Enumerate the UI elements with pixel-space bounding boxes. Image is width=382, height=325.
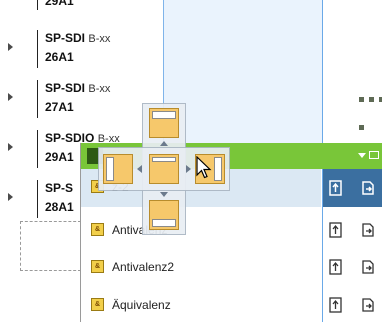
tree-partial-code: 29A1 — [45, 0, 74, 8]
document-link-icon[interactable] — [360, 222, 376, 238]
expand-arrow-icon[interactable] — [8, 93, 13, 101]
tree-item-code: 27A1 — [45, 100, 74, 114]
arrow-up-icon — [160, 141, 168, 146]
and-gate-icon: & — [91, 298, 104, 311]
list-item[interactable]: & Antivalenz2 — [81, 249, 321, 287]
document-up-icon[interactable] — [328, 222, 344, 238]
and-gate-icon: & — [91, 260, 104, 273]
expand-arrow-icon[interactable] — [8, 43, 13, 51]
list-item[interactable]: & Äquivalenz — [81, 287, 321, 325]
tree-item-name: SP-SDI — [45, 81, 86, 95]
dock-top-button[interactable] — [149, 108, 179, 138]
tree-item-suffix: B-xx — [88, 83, 111, 95]
tree-item-suffix: B-xx — [88, 33, 111, 45]
tree-item[interactable]: SP-SDIO B-xx 29A1 — [0, 128, 120, 170]
tree-item[interactable]: SP-SDI B-xx 27A1 — [0, 78, 110, 120]
tree-item-name: SP-S — [45, 181, 74, 195]
tree-item[interactable]: SP-S 28A1 — [0, 178, 80, 220]
restore-icon[interactable] — [369, 151, 379, 159]
arrow-down-icon — [160, 192, 168, 197]
tree-item-name: SP-SDI — [45, 31, 86, 45]
dock-left-button[interactable] — [103, 154, 133, 184]
expand-arrow-icon[interactable] — [8, 193, 13, 201]
drop-placeholder — [20, 221, 81, 271]
expand-arrow-icon[interactable] — [8, 143, 13, 151]
arrow-right-icon — [186, 165, 191, 173]
chevron-down-icon[interactable] — [358, 153, 366, 158]
tree-item-code: 29A1 — [45, 150, 74, 164]
document-link-icon[interactable] — [360, 180, 376, 196]
tree-item-code: 28A1 — [45, 200, 74, 214]
mouse-cursor-icon — [196, 156, 212, 179]
dock-center-button[interactable] — [149, 154, 179, 184]
tree-item-code: 26A1 — [45, 50, 74, 64]
tree-item[interactable]: SP-SDI B-xx 26A1 — [0, 28, 110, 70]
dock-bottom-button[interactable] — [149, 200, 179, 230]
arrow-left-icon — [137, 165, 142, 173]
list-item-label: Äquivalenz — [112, 298, 171, 312]
list-item-label: Antivalenz2 — [112, 260, 175, 274]
tree-partial-item: 29A1 — [0, 0, 80, 12]
document-up-icon[interactable] — [328, 180, 344, 196]
document-up-icon[interactable] — [328, 297, 344, 313]
document-up-icon[interactable] — [328, 259, 344, 275]
document-link-icon[interactable] — [360, 259, 376, 275]
document-link-icon[interactable] — [360, 297, 376, 313]
